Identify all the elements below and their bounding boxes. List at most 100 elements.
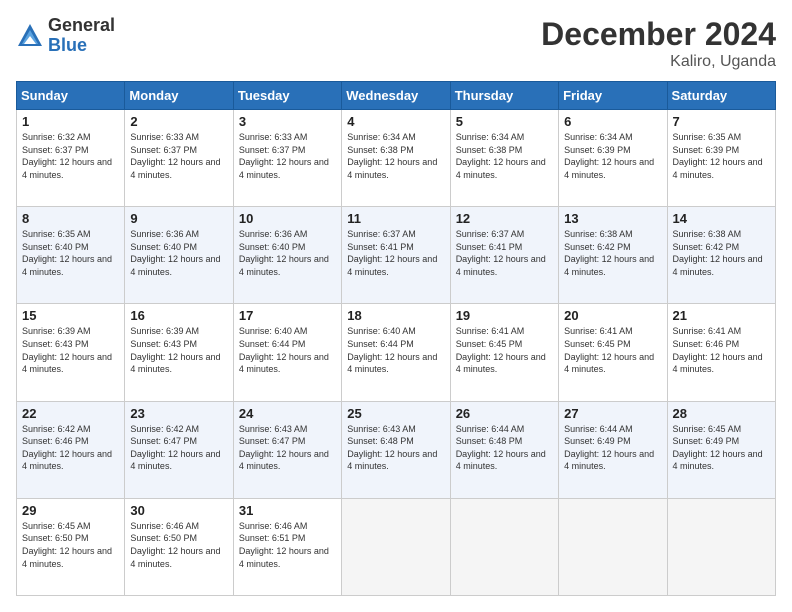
day-number: 25 [347, 406, 444, 421]
day-number: 21 [673, 308, 770, 323]
day-info: Sunrise: 6:37 AM Sunset: 6:41 PM Dayligh… [347, 228, 444, 278]
day-info: Sunrise: 6:40 AM Sunset: 6:44 PM Dayligh… [347, 325, 444, 375]
table-row: 4Sunrise: 6:34 AM Sunset: 6:38 PM Daylig… [342, 110, 450, 207]
logo-text: General Blue [48, 16, 115, 56]
day-info: Sunrise: 6:41 AM Sunset: 6:46 PM Dayligh… [673, 325, 770, 375]
day-number: 31 [239, 503, 336, 518]
day-info: Sunrise: 6:41 AM Sunset: 6:45 PM Dayligh… [564, 325, 661, 375]
table-row [667, 498, 775, 595]
table-row: 10 Sunrise: 6:36 AM Sunset: 6:40 PM Dayli… [233, 207, 341, 304]
day-info: Sunrise: 6:42 AM Sunset: 6:47 PM Dayligh… [130, 423, 227, 473]
day-info: Sunrise: 6:36 AM Sunset: 6:40 PM Dayligh… [239, 228, 336, 278]
calendar-week-row: 22 Sunrise: 6:42 AM Sunset: 6:46 PM Dayli… [17, 401, 776, 498]
table-row: 2 Sunrise: 6:33 AM Sunset: 6:37 PM Daylig… [125, 110, 233, 207]
title-block: December 2024 Kaliro, Uganda [541, 16, 776, 71]
day-info: Sunrise: 6:44 AM Sunset: 6:48 PM Dayligh… [456, 423, 553, 473]
day-info: Sunrise: 6:44 AM Sunset: 6:49 PM Dayligh… [564, 423, 661, 473]
day-number: 14 [673, 211, 770, 226]
day-number: 19 [456, 308, 553, 323]
table-row: 29Sunrise: 6:45 AM Sunset: 6:50 PM Dayli… [17, 498, 125, 595]
table-row: 26Sunrise: 6:44 AM Sunset: 6:48 PM Dayli… [450, 401, 558, 498]
day-number: 10 [239, 211, 336, 226]
day-number: 1 [22, 114, 119, 129]
table-row: 25 Sunrise: 6:43 AM Sunset: 6:48 PM Dayli… [342, 401, 450, 498]
table-row: 5Sunrise: 6:34 AM Sunset: 6:38 PM Daylig… [450, 110, 558, 207]
day-number: 28 [673, 406, 770, 421]
day-number: 9 [130, 211, 227, 226]
main-title: December 2024 [541, 16, 776, 53]
day-number: 7 [673, 114, 770, 129]
table-row [559, 498, 667, 595]
table-row: 30 Sunrise: 6:46 AM Sunset: 6:50 PM Dayli… [125, 498, 233, 595]
day-number: 18 [347, 308, 444, 323]
calendar-week-row: 29Sunrise: 6:45 AM Sunset: 6:50 PM Dayli… [17, 498, 776, 595]
logo-blue-text: Blue [48, 36, 115, 56]
day-info: Sunrise: 6:42 AM Sunset: 6:46 PM Dayligh… [22, 423, 119, 473]
table-row: 20Sunrise: 6:41 AM Sunset: 6:45 PM Dayli… [559, 304, 667, 401]
day-info: Sunrise: 6:39 AM Sunset: 6:43 PM Dayligh… [130, 325, 227, 375]
header: General Blue December 2024 Kaliro, Ugand… [16, 16, 776, 71]
day-info: Sunrise: 6:32 AM Sunset: 6:37 PM Dayligh… [22, 131, 119, 181]
day-info: Sunrise: 6:33 AM Sunset: 6:37 PM Dayligh… [130, 131, 227, 181]
day-number: 13 [564, 211, 661, 226]
day-info: Sunrise: 6:40 AM Sunset: 6:44 PM Dayligh… [239, 325, 336, 375]
logo-general-text: General [48, 16, 115, 36]
col-saturday: Saturday [667, 82, 775, 110]
table-row [450, 498, 558, 595]
table-row: 15 Sunrise: 6:39 AM Sunset: 6:43 PM Dayli… [17, 304, 125, 401]
day-info: Sunrise: 6:39 AM Sunset: 6:43 PM Dayligh… [22, 325, 119, 375]
day-info: Sunrise: 6:46 AM Sunset: 6:50 PM Dayligh… [130, 520, 227, 570]
logo: General Blue [16, 16, 115, 56]
day-number: 29 [22, 503, 119, 518]
day-number: 12 [456, 211, 553, 226]
day-number: 15 [22, 308, 119, 323]
day-info: Sunrise: 6:41 AM Sunset: 6:45 PM Dayligh… [456, 325, 553, 375]
table-row: 12Sunrise: 6:37 AM Sunset: 6:41 PM Dayli… [450, 207, 558, 304]
table-row: 28 Sunrise: 6:45 AM Sunset: 6:49 PM Dayli… [667, 401, 775, 498]
col-sunday: Sunday [17, 82, 125, 110]
day-info: Sunrise: 6:46 AM Sunset: 6:51 PM Dayligh… [239, 520, 336, 570]
day-number: 17 [239, 308, 336, 323]
table-row: 1 Sunrise: 6:32 AM Sunset: 6:37 PM Daylig… [17, 110, 125, 207]
day-info: Sunrise: 6:43 AM Sunset: 6:48 PM Dayligh… [347, 423, 444, 473]
day-info: Sunrise: 6:34 AM Sunset: 6:38 PM Dayligh… [347, 131, 444, 181]
table-row: 22 Sunrise: 6:42 AM Sunset: 6:46 PM Dayli… [17, 401, 125, 498]
day-info: Sunrise: 6:43 AM Sunset: 6:47 PM Dayligh… [239, 423, 336, 473]
col-tuesday: Tuesday [233, 82, 341, 110]
col-thursday: Thursday [450, 82, 558, 110]
col-monday: Monday [125, 82, 233, 110]
table-row: 24 Sunrise: 6:43 AM Sunset: 6:47 PM Dayli… [233, 401, 341, 498]
col-wednesday: Wednesday [342, 82, 450, 110]
day-number: 16 [130, 308, 227, 323]
table-row: 17 Sunrise: 6:40 AM Sunset: 6:44 PM Dayli… [233, 304, 341, 401]
day-number: 2 [130, 114, 227, 129]
table-row [342, 498, 450, 595]
day-number: 8 [22, 211, 119, 226]
table-row: 7 Sunrise: 6:35 AM Sunset: 6:39 PM Daylig… [667, 110, 775, 207]
subtitle: Kaliro, Uganda [541, 53, 776, 71]
table-row: 6Sunrise: 6:34 AM Sunset: 6:39 PM Daylig… [559, 110, 667, 207]
day-info: Sunrise: 6:38 AM Sunset: 6:42 PM Dayligh… [673, 228, 770, 278]
day-number: 11 [347, 211, 444, 226]
calendar-table: Sunday Monday Tuesday Wednesday Thursday… [16, 81, 776, 596]
logo-icon [16, 22, 44, 50]
day-info: Sunrise: 6:33 AM Sunset: 6:37 PM Dayligh… [239, 131, 336, 181]
day-number: 22 [22, 406, 119, 421]
day-number: 3 [239, 114, 336, 129]
table-row: 16 Sunrise: 6:39 AM Sunset: 6:43 PM Dayli… [125, 304, 233, 401]
calendar-week-row: 1 Sunrise: 6:32 AM Sunset: 6:37 PM Daylig… [17, 110, 776, 207]
table-row: 9 Sunrise: 6:36 AM Sunset: 6:40 PM Daylig… [125, 207, 233, 304]
day-info: Sunrise: 6:36 AM Sunset: 6:40 PM Dayligh… [130, 228, 227, 278]
day-info: Sunrise: 6:45 AM Sunset: 6:49 PM Dayligh… [673, 423, 770, 473]
col-friday: Friday [559, 82, 667, 110]
table-row: 13Sunrise: 6:38 AM Sunset: 6:42 PM Dayli… [559, 207, 667, 304]
table-row: 8 Sunrise: 6:35 AM Sunset: 6:40 PM Daylig… [17, 207, 125, 304]
day-number: 24 [239, 406, 336, 421]
day-info: Sunrise: 6:35 AM Sunset: 6:40 PM Dayligh… [22, 228, 119, 278]
day-number: 30 [130, 503, 227, 518]
day-info: Sunrise: 6:35 AM Sunset: 6:39 PM Dayligh… [673, 131, 770, 181]
calendar-header-row: Sunday Monday Tuesday Wednesday Thursday… [17, 82, 776, 110]
day-info: Sunrise: 6:34 AM Sunset: 6:39 PM Dayligh… [564, 131, 661, 181]
day-number: 5 [456, 114, 553, 129]
page: General Blue December 2024 Kaliro, Ugand… [0, 0, 792, 612]
